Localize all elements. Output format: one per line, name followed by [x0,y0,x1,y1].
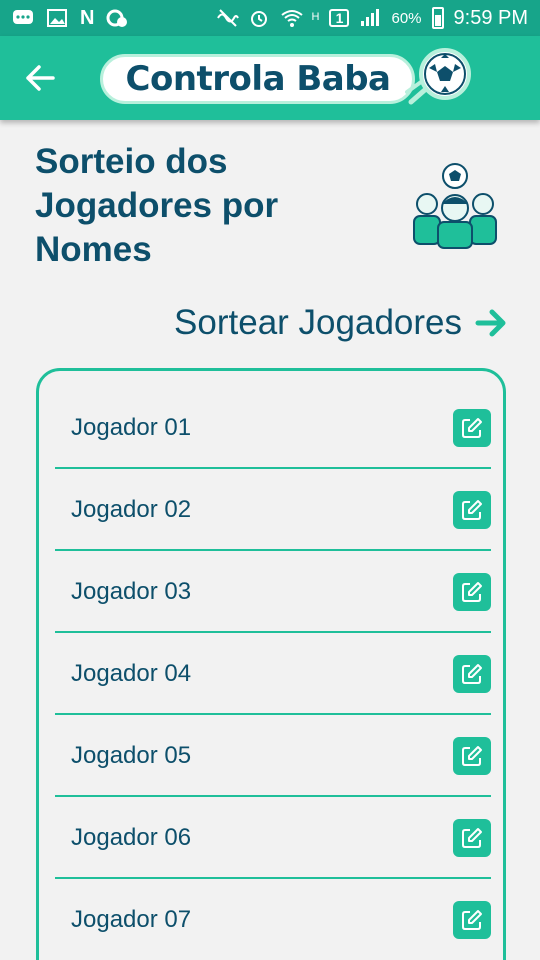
edit-icon [462,582,482,602]
edit-icon [462,664,482,684]
edit-button[interactable] [453,655,491,693]
list-item[interactable]: Jogador 07 [55,879,491,960]
wifi-icon [280,8,303,28]
settings-icon [106,8,128,28]
list-item[interactable]: Jogador 02 [55,469,491,551]
clock: 9:59 PM [453,6,528,29]
player-name: Jogador 07 [71,906,192,933]
mute-icon [216,8,239,28]
list-item[interactable]: Jogador 06 [55,797,491,879]
arrow-left-icon [26,65,55,91]
list-item[interactable]: Jogador 01 [55,387,491,469]
app-bar: Controla Baba [0,36,540,120]
edit-icon [462,828,482,848]
messages-icon [12,8,34,28]
edit-button[interactable] [453,573,491,611]
draw-players-label: Sortear Jogadores [174,303,462,342]
player-name: Jogador 04 [71,660,192,687]
edit-button[interactable] [453,819,491,857]
signal-icon [359,8,381,28]
soccer-ball-icon [405,48,471,105]
edit-button[interactable] [453,901,491,939]
edit-icon [462,500,482,520]
player-name: Jogador 02 [71,496,192,523]
status-bar: N H 1 60% 9:59 PM [0,0,540,36]
network-type-label: H [311,10,320,23]
draw-players-button[interactable]: Sortear Jogadores [174,300,508,346]
battery-icon [431,7,444,29]
back-button[interactable] [22,62,58,94]
list-item[interactable]: Jogador 03 [55,551,491,633]
players-icon [413,163,497,249]
sim-icon: 1 [329,9,350,27]
status-right: H 1 60% 9:59 PM [216,7,528,30]
list-item[interactable]: Jogador 04 [55,633,491,715]
edit-button[interactable] [453,491,491,529]
status-left: N [12,7,128,30]
player-name: Jogador 05 [71,742,192,769]
player-name: Jogador 01 [71,414,192,441]
player-name: Jogador 03 [71,578,192,605]
player-name: Jogador 06 [71,824,192,851]
page-title: Sorteio dos Jogadores por Nomes [35,142,279,269]
arrow-right-icon [475,309,506,337]
edit-icon [462,910,482,930]
app-logo: Controla Baba [100,46,475,110]
logo-text: Controla Baba [125,59,391,99]
edit-icon [462,746,482,766]
edit-icon [462,418,482,438]
edit-button[interactable] [453,409,491,447]
gallery-icon [46,8,68,28]
players-list: Jogador 01 Jogador 02 Jogador 03 Jogador… [36,368,506,960]
edit-button[interactable] [453,737,491,775]
list-item[interactable]: Jogador 05 [55,715,491,797]
battery-percent: 60% [391,9,422,27]
alarm-icon [248,8,270,28]
n-icon: N [80,6,95,29]
